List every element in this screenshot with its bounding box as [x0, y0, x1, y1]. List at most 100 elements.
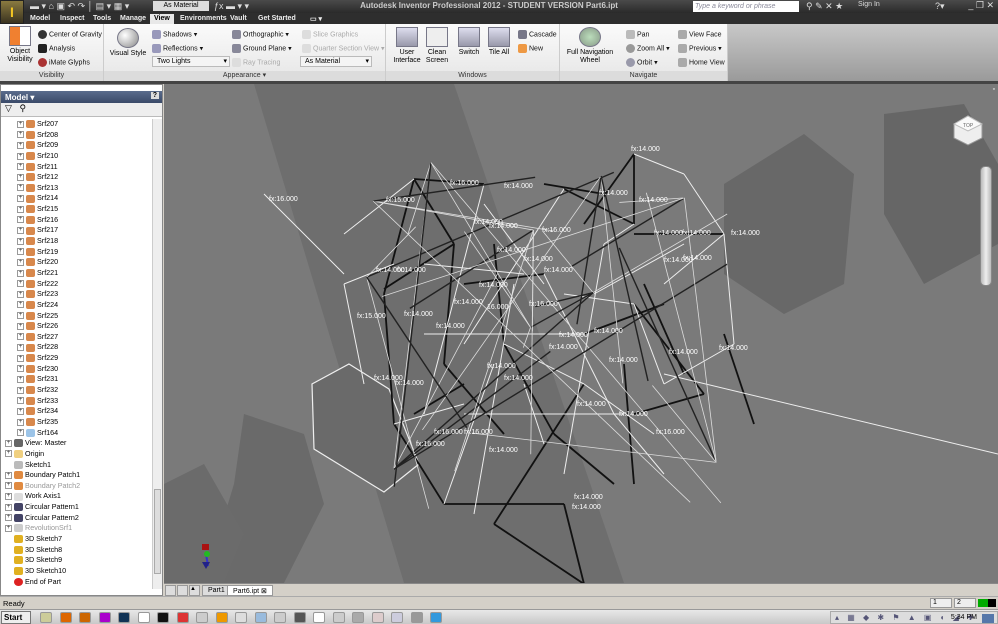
tree-item[interactable]: + Origin — [1, 449, 153, 460]
dimension-label[interactable]: fx:14.000 — [599, 190, 628, 197]
expand-icon[interactable]: + — [17, 354, 24, 362]
taskbar-app-icon[interactable] — [176, 612, 189, 623]
tree-item[interactable]: 3D Sketch10 — [1, 566, 153, 577]
taskbar-app-icon[interactable] — [391, 612, 403, 623]
tree-item[interactable]: + Boundary Patch1 — [1, 470, 153, 481]
tree-item[interactable]: + Srf230 — [1, 364, 153, 375]
dimension-label[interactable]: fx:16.000 — [434, 429, 463, 436]
sign-in-link[interactable]: Sign In — [858, 1, 880, 8]
dimension-label[interactable]: fx:14.000 — [479, 282, 508, 289]
tab-tools[interactable]: Tools — [89, 14, 115, 24]
tab-part6[interactable]: Part6.ipt ⊠ — [227, 585, 273, 596]
dimension-label[interactable]: fx:14.000 — [487, 363, 516, 370]
tree-item[interactable]: + RevolutionSrf1 — [1, 523, 153, 534]
browser-help-button[interactable]: ? — [150, 92, 159, 99]
expand-icon[interactable]: + — [17, 280, 24, 288]
scrollbar-thumb[interactable] — [154, 489, 161, 574]
expand-icon[interactable]: + — [17, 397, 24, 405]
expand-icon[interactable]: + — [17, 173, 24, 181]
tree-item[interactable]: + Srf228 — [1, 342, 153, 353]
dimension-label[interactable]: fx:14.000 — [682, 230, 711, 237]
taskbar-app-icon[interactable] — [59, 612, 72, 623]
dimension-label[interactable]: fx:16.000 — [529, 301, 558, 308]
show-desktop-icon[interactable] — [982, 614, 994, 623]
slice-graphics-button[interactable]: Slice Graphics — [302, 30, 358, 39]
browser-title-dropdown[interactable]: Model ▾ — [5, 93, 34, 102]
dimension-label[interactable]: fx:14.000 — [397, 267, 426, 274]
cascade-button[interactable]: Cascade — [518, 30, 557, 39]
taskbar-app-icon[interactable] — [430, 612, 442, 623]
find-binoculars-icon[interactable]: ⚲ — [19, 103, 26, 113]
tree-item[interactable]: + Srf222 — [1, 279, 153, 290]
expand-icon[interactable]: + — [17, 269, 24, 277]
tab-get-started[interactable]: Get Started — [254, 14, 300, 24]
tree-item[interactable]: + Boundary Patch2 — [1, 481, 153, 492]
taskbar-app-icon[interactable] — [274, 612, 286, 623]
switch-button[interactable]: Switch — [456, 27, 482, 57]
taskbar-app-icon[interactable] — [79, 612, 91, 623]
tree-item[interactable]: + View: Master — [1, 438, 153, 449]
pan-button[interactable]: Pan — [626, 30, 649, 39]
tree-item[interactable]: + Srf219 — [1, 247, 153, 258]
graphics-viewport[interactable]: fx:16.000 fx:15.000 fx:16.000 fx:14.000 fx:1… — [164, 84, 998, 583]
expand-icon[interactable]: + — [17, 418, 24, 426]
analysis-button[interactable]: Analysis — [38, 44, 75, 53]
new-window-button[interactable]: New — [518, 44, 543, 53]
dimension-label[interactable]: fx:14.000 — [524, 256, 553, 263]
expand-icon[interactable]: + — [17, 248, 24, 256]
taskbar-app-icon[interactable] — [137, 612, 150, 623]
imate-glyphs-button[interactable]: iMate Glyphs — [38, 58, 90, 67]
dimension-label[interactable]: fx:14.000 — [454, 299, 483, 306]
tree-item[interactable]: + Srf208 — [1, 130, 153, 141]
dimension-label[interactable]: fx:14.000 — [559, 332, 588, 339]
expand-icon[interactable]: + — [5, 524, 12, 532]
tree-item[interactable]: End of Part — [1, 577, 153, 588]
tree-item[interactable]: + Srf215 — [1, 204, 153, 215]
dimension-label[interactable]: fx:15.000 — [386, 197, 415, 204]
visual-style-button[interactable]: Visual Style — [108, 28, 148, 58]
expand-icon[interactable]: + — [17, 227, 24, 234]
window-controls[interactable]: _ ❐ ✕ — [968, 0, 994, 11]
dimension-label[interactable]: fx:14.000 — [436, 323, 465, 330]
tree-item[interactable]: + Srf214 — [1, 193, 153, 204]
expand-icon[interactable]: + — [5, 471, 12, 479]
expand-icon[interactable]: + — [17, 163, 24, 171]
home-view-button[interactable]: Home View — [678, 58, 725, 67]
dimension-label[interactable]: fx:14.000 — [639, 197, 668, 204]
clean-screen-button[interactable]: Clean Screen — [424, 27, 450, 65]
dimension-label[interactable]: fx:16.000 — [464, 429, 493, 436]
taskbar-app-icon[interactable] — [157, 612, 169, 623]
dimension-label[interactable]: fx:14.000 — [574, 494, 603, 501]
expand-icon[interactable]: + — [17, 333, 24, 341]
tree-item[interactable]: + Circular Pattern1 — [1, 502, 153, 513]
expand-icon[interactable]: + — [17, 429, 24, 437]
dimension-label[interactable]: fx:16.000 — [656, 429, 685, 436]
dimension-label[interactable]: fx:14.000 — [489, 447, 518, 454]
full-navigation-wheel-button[interactable]: Full Navigation Wheel — [564, 27, 616, 65]
tree-item[interactable]: + Srf216 — [1, 215, 153, 226]
viewcube[interactable]: TOP — [950, 112, 984, 146]
browser-scrollbar[interactable] — [152, 119, 162, 589]
tree-item[interactable]: + Srf232 — [1, 385, 153, 396]
expand-icon[interactable]: + — [17, 141, 24, 149]
dimension-label[interactable]: fx:14.000 — [497, 247, 526, 254]
tree-item[interactable]: + Srf224 — [1, 300, 153, 311]
dimension-label[interactable]: fx:14.000 — [654, 230, 683, 237]
quarter-section-view-button[interactable]: Quarter Section View ▾ — [302, 44, 384, 53]
lighting-style-dropdown[interactable]: Two Lights ▾ — [152, 56, 230, 67]
expand-icon[interactable]: + — [17, 375, 24, 383]
expand-icon[interactable]: + — [5, 439, 12, 447]
expand-icon[interactable]: + — [17, 184, 24, 192]
tree-item[interactable]: + Srf226 — [1, 321, 153, 332]
dimension-label[interactable]: fx:14.000 — [594, 328, 623, 335]
close-tab-icon[interactable]: ⊠ — [261, 588, 267, 595]
tree-item[interactable]: + Srf223 — [1, 289, 153, 300]
center-of-gravity-button[interactable]: Center of Gravity — [38, 30, 102, 39]
tree-item[interactable]: 3D Sketch7 — [1, 534, 153, 545]
expand-icon[interactable]: + — [17, 216, 24, 224]
tree-item[interactable]: + Work Axis1 — [1, 491, 153, 502]
dimension-label[interactable]: fx:16.000 — [269, 196, 298, 203]
expand-icon[interactable]: + — [17, 290, 24, 298]
dimension-label[interactable]: fx:14.000 — [504, 375, 533, 382]
expand-icon[interactable]: + — [17, 365, 24, 373]
